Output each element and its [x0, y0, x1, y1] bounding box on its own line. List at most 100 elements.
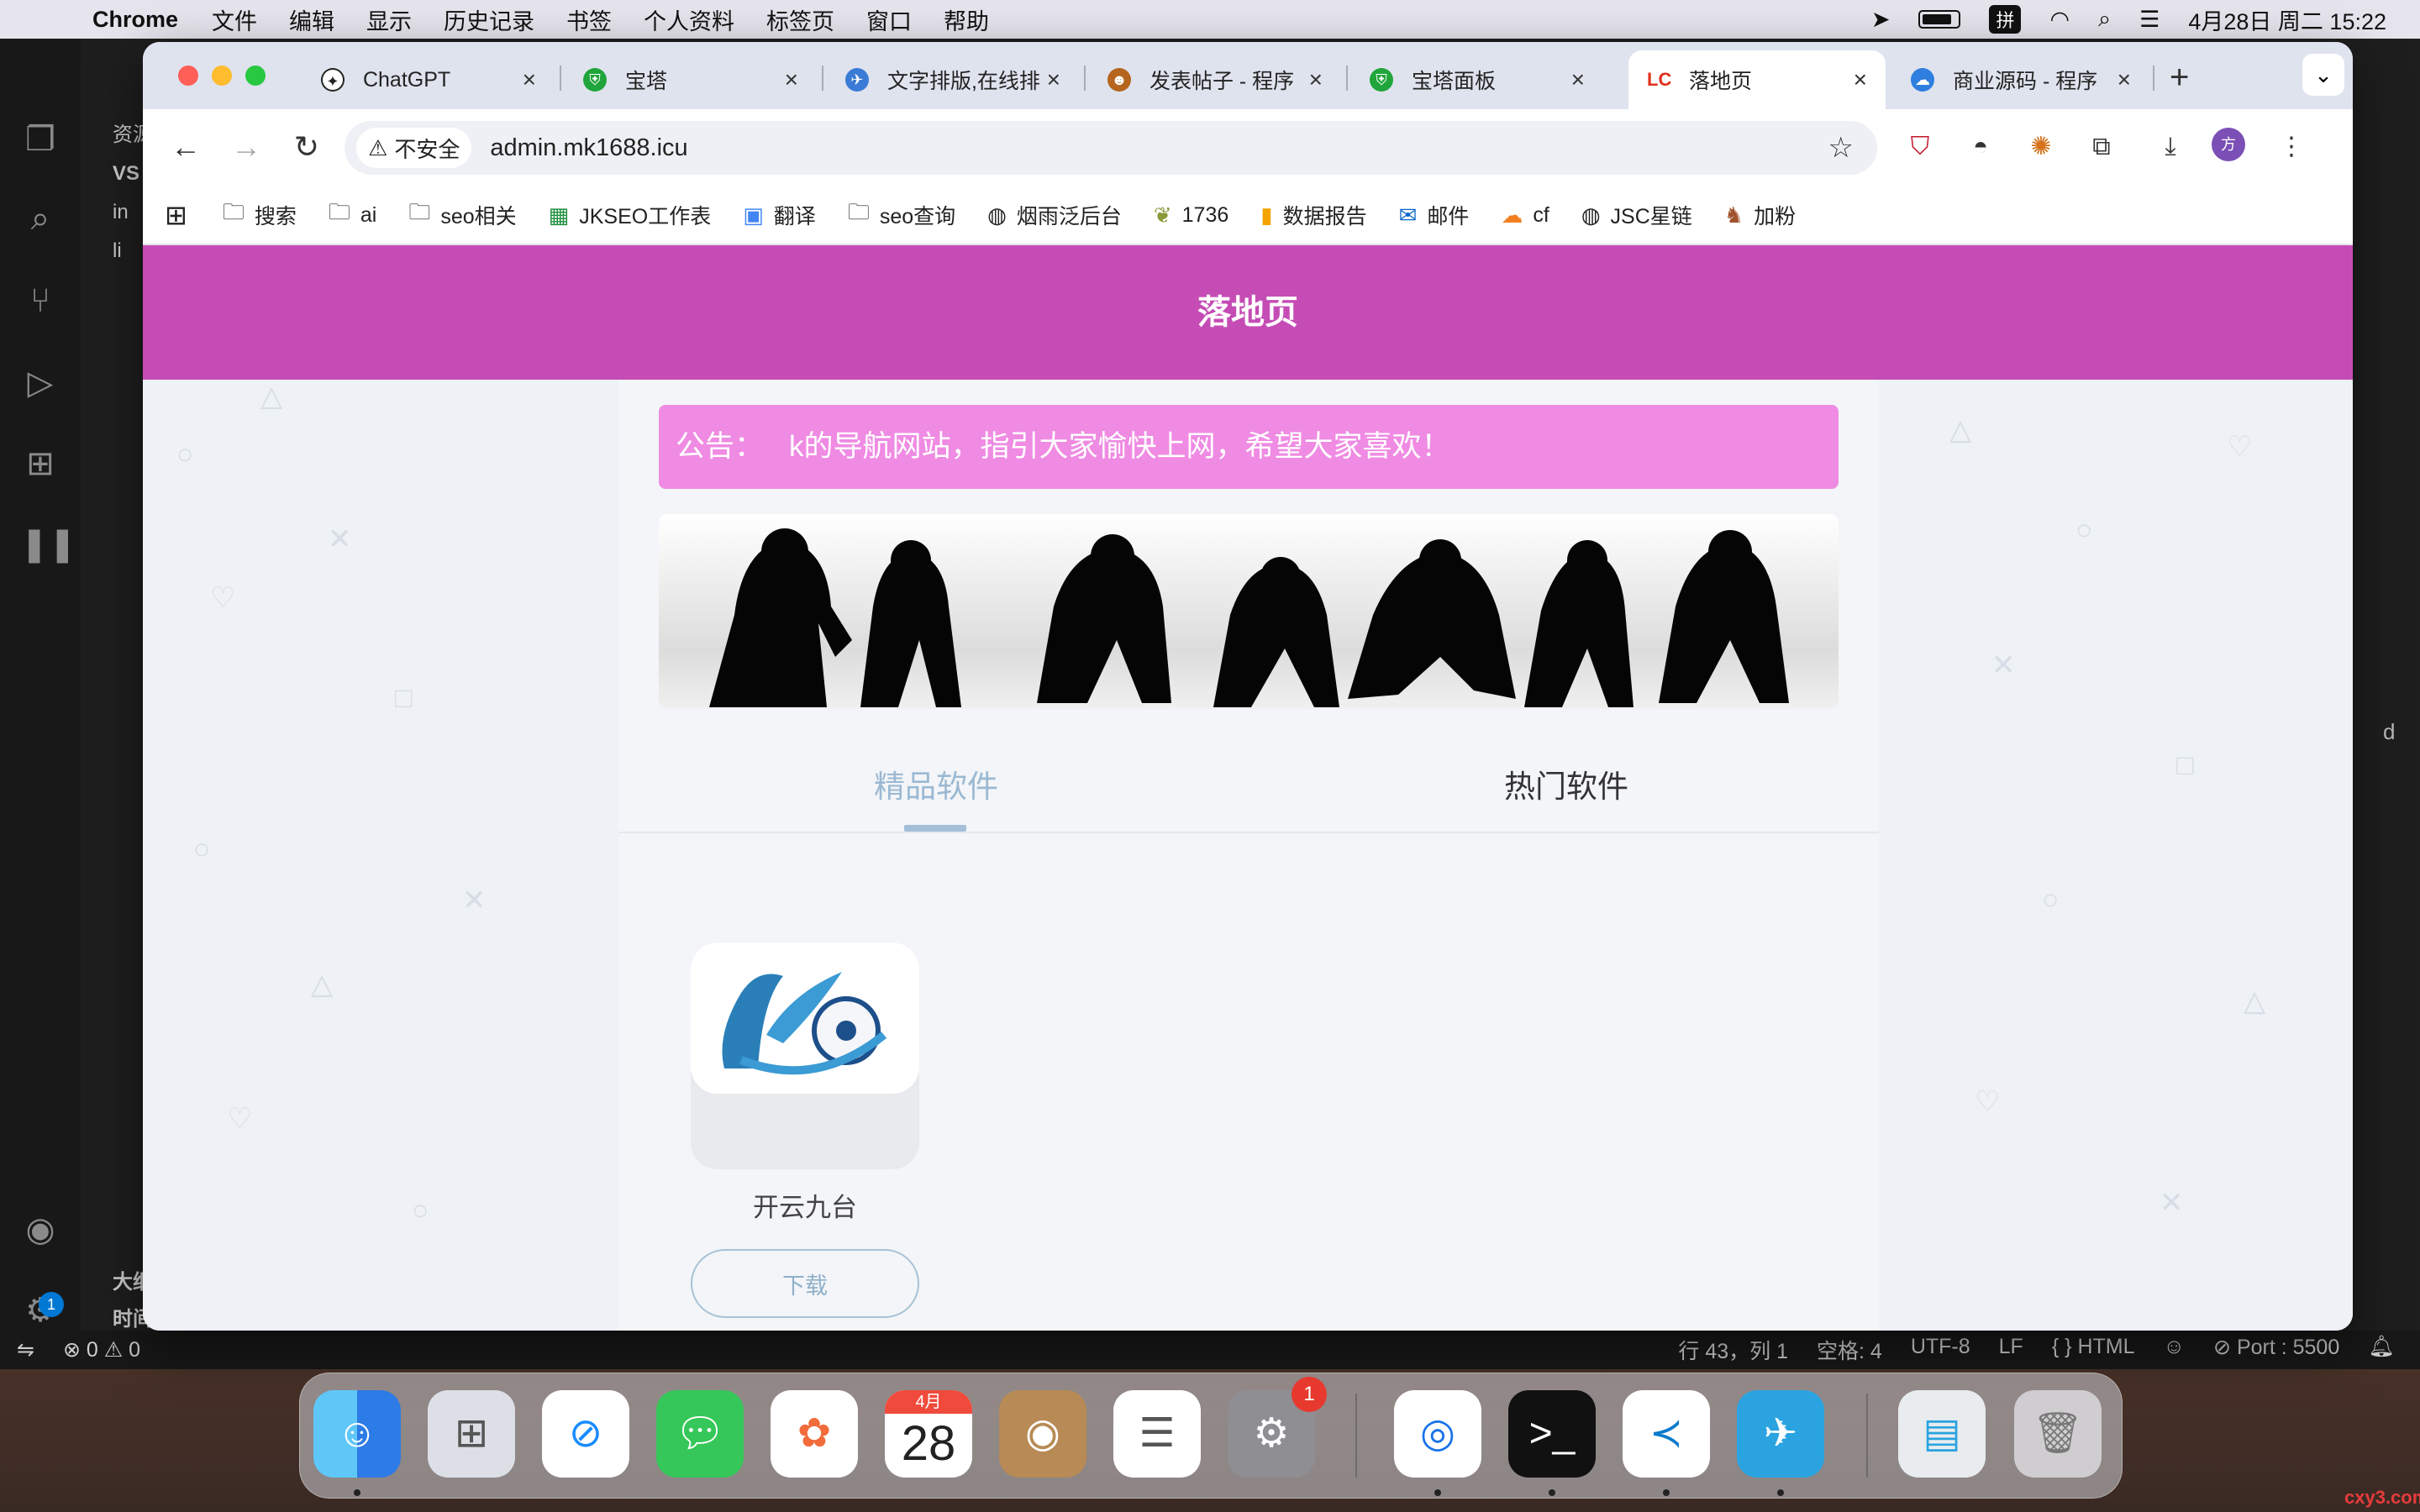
tab-premium-software[interactable]: 精品软件	[874, 761, 998, 806]
chrome-icon[interactable]: ◎	[1394, 1390, 1481, 1478]
tab-baota[interactable]: ⛨ 宝塔 ×	[565, 50, 817, 109]
tab-post[interactable]: ☻ 发表帖子 - 程序 ×	[1089, 50, 1341, 109]
account-icon[interactable]: ◉	[20, 1210, 60, 1250]
run-debug-icon[interactable]: ▷	[20, 363, 60, 403]
download-icon[interactable]: ⤓	[2151, 128, 2190, 166]
tab-search-button[interactable]: ⌄	[2302, 54, 2344, 96]
menu-tabs[interactable]: 标签页	[766, 3, 834, 36]
tab-text-layout[interactable]: ✈ 文字排版,在线排 ×	[827, 50, 1079, 109]
chrome-menu-icon[interactable]: ⋮	[2272, 128, 2311, 166]
control-center-icon[interactable]: ☰	[2139, 7, 2160, 33]
menu-profiles[interactable]: 个人资料	[644, 3, 734, 36]
input-method-indicator[interactable]: 拼	[1989, 5, 2022, 34]
calendar-icon[interactable]: 4月 28	[885, 1390, 972, 1478]
menu-bookmarks[interactable]: 书签	[566, 3, 612, 36]
live-server-port[interactable]: ⊘ Port : 5500	[2213, 1335, 2339, 1365]
extensions-icon[interactable]: ⊞	[20, 444, 60, 484]
location-arrow-icon[interactable]: ➤	[1871, 7, 1891, 33]
close-tab-icon[interactable]: ×	[1571, 66, 1585, 93]
app-menu[interactable]: Chrome	[92, 7, 178, 33]
bookmark-item[interactable]: ♞ 加粉	[1724, 200, 1796, 230]
tab-chatgpt[interactable]: ✦ ChatGPT ×	[302, 50, 555, 109]
remote-icon[interactable]: ⇋	[17, 1337, 34, 1362]
security-indicator[interactable]: ⚠ 不安全	[356, 128, 472, 168]
safari-icon[interactable]: ⊘	[542, 1390, 629, 1478]
menu-history[interactable]: 历史记录	[444, 3, 534, 36]
ublock-icon[interactable]: ⛉	[1901, 128, 1939, 166]
bookmark-item[interactable]: ◍ JSC星链	[1581, 200, 1692, 230]
bookmark-item[interactable]: ▣ 翻译	[743, 200, 816, 230]
zoom-window-button[interactable]	[245, 66, 266, 86]
tab-commercial-source[interactable]: ☁ 商业源码 - 程序 ×	[1892, 50, 2149, 109]
wifi-icon[interactable]: ◠	[2049, 7, 2070, 33]
problems-indicator[interactable]: ⊗ 0 ⚠ 0	[63, 1337, 140, 1362]
app-logo[interactable]	[691, 942, 919, 1169]
launchpad-icon[interactable]: ⊞	[428, 1390, 515, 1478]
indentation[interactable]: 空格: 4	[1817, 1335, 1882, 1365]
finder-icon[interactable]: ☺	[313, 1390, 401, 1478]
notifications-icon[interactable]: 🔔︎	[2368, 1335, 2395, 1365]
telegram-window-thumbnail-icon[interactable]: ▤	[1898, 1390, 1986, 1478]
telegram-icon[interactable]: ✈	[1737, 1390, 1824, 1478]
close-tab-icon[interactable]: ×	[1047, 66, 1060, 93]
tab-popular-software[interactable]: 热门软件	[1504, 761, 1628, 806]
bookmark-item[interactable]: 🗀 搜索	[223, 197, 297, 234]
language-mode[interactable]: { } HTML	[2052, 1335, 2135, 1365]
bookmark-item[interactable]: 🗀 ai	[329, 197, 376, 234]
encoding[interactable]: UTF-8	[1911, 1335, 1970, 1365]
forward-button[interactable]: →	[227, 128, 266, 166]
terminal-icon[interactable]: >_	[1508, 1390, 1596, 1478]
bookmark-item[interactable]: ▦ JKSEO工作表	[549, 200, 712, 230]
seo-extension-icon[interactable]: ✺	[2022, 128, 2060, 166]
explorer-icon[interactable]: ❐	[20, 119, 60, 160]
tab-baota-panel[interactable]: ⛨ 宝塔面板 ×	[1351, 50, 1603, 109]
close-window-button[interactable]	[178, 66, 198, 86]
close-tab-icon[interactable]: ×	[2118, 66, 2131, 93]
menubar-clock[interactable]: 4月28日 周二 15:22	[2188, 3, 2386, 36]
copilot-icon[interactable]: ☺	[2164, 1335, 2186, 1365]
bookmark-item[interactable]: 🗀 seo查询	[848, 197, 955, 234]
minimize-window-button[interactable]	[212, 66, 232, 86]
close-tab-icon[interactable]: ×	[785, 66, 798, 93]
pause-icon[interactable]: ❚❚	[20, 524, 76, 564]
url-text[interactable]: admin.mk1688.icu	[490, 134, 687, 162]
battery-icon[interactable]	[1918, 10, 1961, 29]
profile-avatar[interactable]: 方	[2212, 128, 2250, 166]
apps-grid-icon[interactable]: ⊞	[165, 199, 187, 231]
incognito-mask-icon[interactable]: ◓	[1961, 128, 2000, 166]
menu-view[interactable]: 显示	[366, 3, 412, 36]
menu-window[interactable]: 窗口	[866, 3, 912, 36]
address-bar[interactable]: ⚠ 不安全 admin.mk1688.icu ☆	[345, 121, 1877, 175]
search-icon[interactable]: ⌕	[20, 198, 60, 239]
new-tab-button[interactable]: +	[2170, 59, 2189, 97]
source-control-icon[interactable]: ⑂	[20, 281, 60, 321]
messages-icon[interactable]: 💬︎	[656, 1390, 744, 1478]
bookmark-item[interactable]: ❦ 1736	[1154, 202, 1228, 228]
contacts-icon[interactable]: ◉	[999, 1390, 1086, 1478]
trash-icon[interactable]: 🗑︎	[2014, 1390, 2102, 1478]
extensions-puzzle-icon[interactable]: ⧉	[2082, 128, 2121, 166]
spotlight-search-icon[interactable]: ⌕	[2098, 6, 2111, 33]
photos-icon[interactable]: ✿	[771, 1390, 858, 1478]
circle-shape-icon: ○	[412, 1194, 429, 1226]
bookmark-item[interactable]: ☁ cf	[1501, 202, 1549, 228]
reminders-icon[interactable]: ☰	[1113, 1390, 1201, 1478]
tab-landing-page[interactable]: LC 落地页 ×	[1628, 50, 1886, 109]
bookmark-item[interactable]: ◍ 烟雨泛后台	[987, 200, 1122, 230]
menu-help[interactable]: 帮助	[944, 3, 989, 36]
end-of-line[interactable]: LF	[1999, 1335, 2023, 1365]
bookmark-star-icon[interactable]: ☆	[1828, 131, 1854, 165]
bookmark-item[interactable]: ✉ 邮件	[1399, 200, 1470, 230]
close-tab-icon[interactable]: ×	[1309, 66, 1323, 93]
cursor-position[interactable]: 行 43，列 1	[1678, 1335, 1788, 1365]
menu-edit[interactable]: 编辑	[289, 3, 334, 36]
download-button[interactable]: 下载	[691, 1249, 919, 1318]
bookmark-item[interactable]: 🗀 seo相关	[408, 197, 516, 234]
reload-button[interactable]: ↻	[287, 128, 326, 166]
back-button[interactable]: ←	[166, 128, 205, 166]
close-tab-icon[interactable]: ×	[1854, 66, 1867, 93]
vscode-icon[interactable]: ≺	[1623, 1390, 1710, 1478]
bookmark-item[interactable]: ▮ 数据报告	[1260, 200, 1366, 230]
close-tab-icon[interactable]: ×	[523, 66, 536, 93]
menu-file[interactable]: 文件	[212, 3, 257, 36]
